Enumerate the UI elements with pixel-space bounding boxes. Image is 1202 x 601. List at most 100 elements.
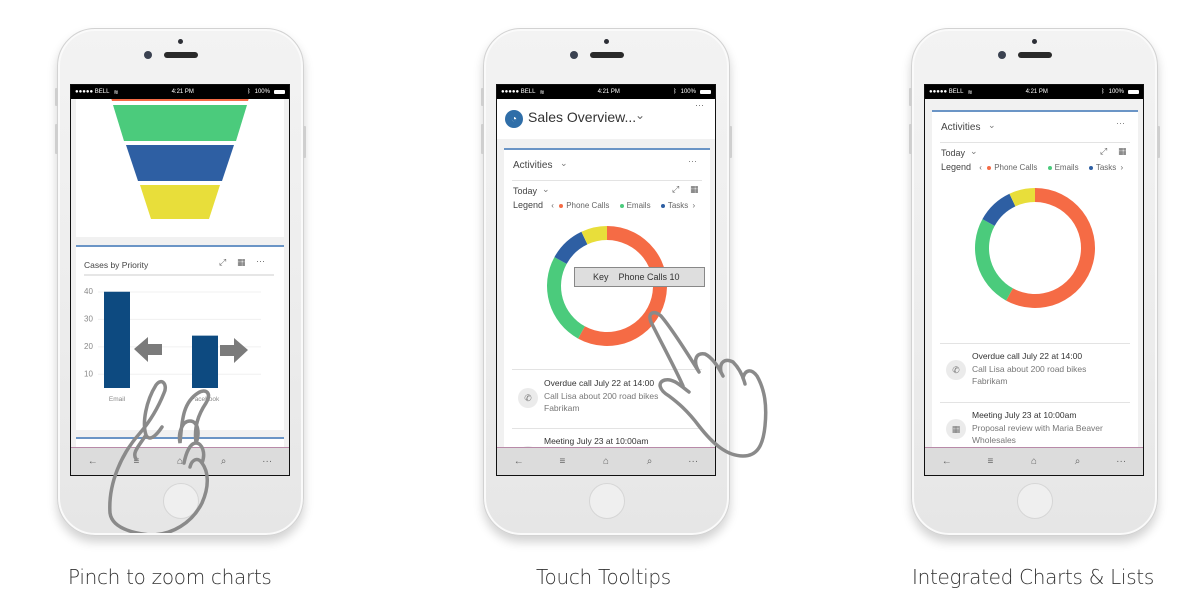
activities-title[interactable]: Activities [513,160,552,171]
arrow-right-icon [220,338,248,363]
grid-view-icon[interactable]: ▦ [237,257,246,268]
search-icon[interactable]: ⌕ [214,456,234,467]
phone-touch-tooltips: ●●●●● BELL ≋ 4:21 PM ᛒ 100% ◔ Sales Overvi… [481,28,768,536]
sensor-dot [178,39,183,44]
activity-description: Proposal review with Maria Beaver Wholes… [972,423,1103,445]
more-icon[interactable]: ··· [1111,456,1131,467]
activities-more-icon[interactable]: ··· [1116,118,1125,128]
side-button [1157,126,1160,158]
bar[interactable] [192,335,218,388]
list-divider [940,343,1130,344]
activities-donut-chart[interactable] [932,178,1138,318]
clock: 4:21 PM [171,89,194,95]
sensor-dot [604,39,609,44]
activities-title[interactable]: Activities [941,122,980,133]
funnel-stage[interactable] [113,105,247,141]
expand-icon[interactable]: ⤢ [672,184,679,195]
bar[interactable] [104,291,130,388]
card-accent-line [932,110,1138,112]
legend-item-phone-calls[interactable]: Phone Calls [559,201,609,210]
x-tick-label: Email [109,396,126,403]
card-divider [512,180,702,181]
header-more-icon[interactable]: ··· [695,100,704,110]
dashboard-title[interactable]: Sales Overview... [528,109,636,125]
phone-screen: ●●●●● BELL ≋ 4:21 PM ᛒ 100% ◔ Sales Overvi… [496,84,716,476]
donut-slice-tasks[interactable] [554,231,588,264]
activities-more-icon[interactable]: ··· [688,156,697,166]
funnel-stage[interactable] [126,145,234,181]
carrier-label: ●●●●● BELL [75,89,110,95]
activity-title: Meeting July 23 at 10:00am [972,410,1077,420]
funnel-chart[interactable] [76,95,284,237]
expand-icon[interactable]: ⤢ [219,257,226,268]
legend-item-tasks[interactable]: Tasks [660,201,688,210]
bottom-nav-bar: ← ≡ ⌂ ⌕ ··· [925,447,1143,475]
wifi-icon: ≋ [113,89,119,96]
home-icon[interactable]: ⌂ [1024,456,1044,467]
list-divider [512,369,702,370]
phone-icon: ✆ [946,360,966,380]
menu-icon[interactable]: ≡ [980,456,1000,467]
battery-icon [1127,90,1139,94]
cases-by-priority-card: Cases by Priority ⤢ ▦ ··· 10 20 30 40 Email F… [76,245,284,430]
more-icon[interactable]: ··· [683,456,703,467]
donut-slice-emails[interactable] [975,219,1013,301]
back-icon[interactable]: ← [509,456,529,467]
legend-prev-icon[interactable]: ‹ [551,201,554,210]
activity-description: Call Lisa about 200 road bikes Fabrikam [972,364,1087,386]
funnel-stage[interactable] [140,185,220,219]
more-options-icon[interactable]: ··· [256,256,265,266]
battery-icon [273,90,285,94]
legend-next-icon[interactable]: › [693,201,696,210]
today-filter[interactable]: Today [513,186,537,196]
tooltip-key: Key [593,272,609,282]
battery-label: 100% [1108,89,1124,95]
legend-item-tasks[interactable]: Tasks [1088,163,1116,172]
search-icon[interactable]: ⌕ [1068,456,1088,467]
home-button[interactable] [163,483,199,519]
dashboard-chevron-icon[interactable]: ⌄ [635,108,645,122]
legend-item-emails[interactable]: Emails [619,201,651,210]
clock: 4:21 PM [597,89,620,95]
earpiece-speaker [590,52,624,58]
list-divider [512,428,702,429]
home-button[interactable] [1017,483,1053,519]
legend-item-phone-calls[interactable]: Phone Calls [987,163,1037,172]
expand-icon[interactable]: ⤢ [1100,146,1107,157]
home-button[interactable] [589,483,625,519]
donut-slice-tasks[interactable] [982,193,1016,226]
menu-icon[interactable]: ≡ [552,456,572,467]
menu-icon[interactable]: ≡ [126,456,146,467]
cases-bar-chart[interactable]: 10 20 30 40 Email Facebook [76,275,284,425]
phone-charts-lists: ●●●●● BELL ≋ 4:21 PM ᛒ 100% Activities ⌄ ·… [909,28,1160,536]
activities-card: Activities ⌄ ··· Today ⌄ ⤢ ▦ Legend ‹ Ph… [932,110,1138,450]
card-accent-line [76,245,284,247]
card-divider [940,142,1130,143]
back-icon[interactable]: ← [937,456,957,467]
battery-label: 100% [254,89,270,95]
activity-title: Overdue call July 22 at 14:00 [972,351,1083,361]
more-icon[interactable]: ··· [257,456,277,467]
activities-chevron-icon[interactable]: ⌄ [560,158,568,169]
activity-list-item[interactable]: ✆ Overdue call July 22 at 14:00 Call Lis… [932,348,1138,398]
back-icon[interactable]: ← [83,456,103,467]
caption-pinch-zoom: Pinch to zoom charts [68,565,272,589]
legend-item-emails[interactable]: Emails [1047,163,1079,172]
activity-list-item[interactable]: ✆ Overdue call July 22 at 14:00 Call Lis… [504,376,710,426]
funnel-card [76,95,284,237]
funnel-stage[interactable] [110,95,250,101]
legend-prev-icon[interactable]: ‹ [979,163,982,172]
grid-view-icon[interactable]: ▦ [690,184,699,195]
wifi-icon: ≋ [539,89,545,96]
home-icon[interactable]: ⌂ [596,456,616,467]
activities-chevron-icon[interactable]: ⌄ [988,120,996,131]
home-icon[interactable]: ⌂ [170,456,190,467]
today-filter[interactable]: Today [941,148,965,158]
search-icon[interactable]: ⌕ [640,456,660,467]
legend-next-icon[interactable]: › [1121,163,1124,172]
donut-slice-phone-calls[interactable] [1006,188,1095,308]
tooltip-value: Phone Calls 10 [618,272,680,282]
side-button [729,126,732,158]
activity-title: Overdue call July 22 at 14:00 [544,378,655,388]
grid-view-icon[interactable]: ▦ [1118,146,1127,157]
